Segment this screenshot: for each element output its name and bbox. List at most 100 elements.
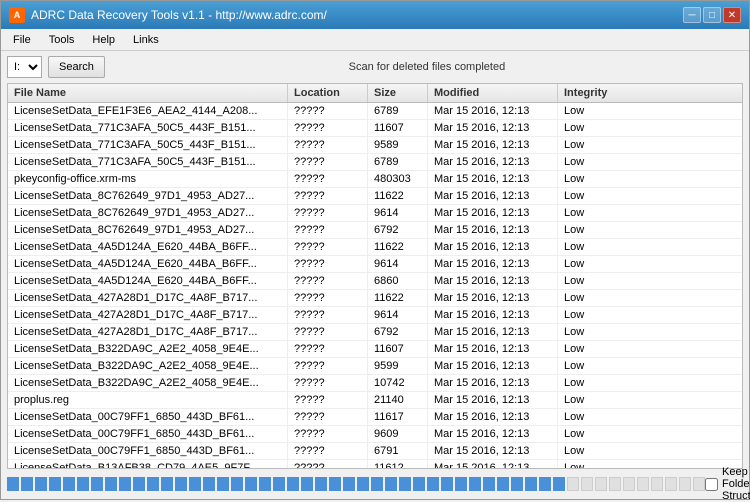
table-row[interactable]: LicenseSetData_B13AFB38_CD79_4AE5_9F7F..… [8,460,742,468]
table-row[interactable]: LicenseSetData_4A5D124A_E620_44BA_B6FF..… [8,239,742,256]
cell-location: ????? [288,239,368,255]
col-header-size[interactable]: Size [368,84,428,102]
progress-block [175,477,187,491]
cell-location: ????? [288,256,368,272]
table-row[interactable]: proplus.reg?????21140Mar 15 2016, 12:13L… [8,392,742,409]
progress-block [623,477,635,491]
cell-integrity: Low [558,188,618,204]
table-row[interactable]: LicenseSetData_771C3AFA_50C5_443F_B151..… [8,137,742,154]
col-header-integrity[interactable]: Integrity [558,84,618,102]
menu-file[interactable]: File [5,32,39,48]
cell-integrity: Low [558,324,618,340]
table-body[interactable]: LicenseSetData_EFE1F3E6_AEA2_4144_A208..… [8,103,742,468]
table-header: File Name Location Size Modified Integri… [8,84,742,103]
cell-integrity: Low [558,409,618,425]
cell-location: ????? [288,341,368,357]
cell-location: ????? [288,103,368,119]
progress-block [693,477,705,491]
cell-name: LicenseSetData_771C3AFA_50C5_443F_B151..… [8,137,288,153]
cell-modified: Mar 15 2016, 12:13 [428,256,558,272]
cell-size: 11617 [368,409,428,425]
cell-modified: Mar 15 2016, 12:13 [428,290,558,306]
table-row[interactable]: LicenseSetData_00C79FF1_6850_443D_BF61..… [8,443,742,460]
progress-block [539,477,551,491]
table-row[interactable]: LicenseSetData_8C762649_97D1_4953_AD27..… [8,222,742,239]
progress-block [651,477,663,491]
progress-block [371,477,383,491]
menu-tools[interactable]: Tools [41,32,83,48]
cell-location: ????? [288,358,368,374]
cell-modified: Mar 15 2016, 12:13 [428,273,558,289]
cell-integrity: Low [558,341,618,357]
maximize-button[interactable]: □ [703,7,721,23]
cell-modified: Mar 15 2016, 12:13 [428,443,558,459]
cell-integrity: Low [558,256,618,272]
progress-block [329,477,341,491]
cell-modified: Mar 15 2016, 12:13 [428,358,558,374]
progress-block [553,477,565,491]
table-row[interactable]: LicenseSetData_427A28D1_D17C_4A8F_B717..… [8,290,742,307]
cell-integrity: Low [558,239,618,255]
progress-block [595,477,607,491]
table-row[interactable]: LicenseSetData_8C762649_97D1_4953_AD27..… [8,205,742,222]
cell-modified: Mar 15 2016, 12:13 [428,239,558,255]
cell-size: 11607 [368,341,428,357]
cell-location: ????? [288,154,368,170]
menu-links[interactable]: Links [125,32,167,48]
progress-block [637,477,649,491]
keep-folder-label[interactable]: Keep Folder Structure [705,466,750,502]
cell-name: LicenseSetData_427A28D1_D17C_4A8F_B717..… [8,290,288,306]
cell-size: 11607 [368,120,428,136]
cell-name: LicenseSetData_8C762649_97D1_4953_AD27..… [8,188,288,204]
search-button[interactable]: Search [48,56,105,78]
cell-location: ????? [288,171,368,187]
menu-help[interactable]: Help [84,32,123,48]
col-header-location[interactable]: Location [288,84,368,102]
cell-modified: Mar 15 2016, 12:13 [428,205,558,221]
minimize-button[interactable]: ─ [683,7,701,23]
close-button[interactable]: ✕ [723,7,741,23]
cell-integrity: Low [558,307,618,323]
table-row[interactable]: LicenseSetData_427A28D1_D17C_4A8F_B717..… [8,307,742,324]
cell-modified: Mar 15 2016, 12:13 [428,154,558,170]
table-row[interactable]: LicenseSetData_771C3AFA_50C5_443F_B151..… [8,154,742,171]
table-row[interactable]: LicenseSetData_00C79FF1_6850_443D_BF61..… [8,426,742,443]
cell-location: ????? [288,324,368,340]
table-row[interactable]: LicenseSetData_B322DA9C_A2E2_4058_9E4E..… [8,341,742,358]
keep-folder-checkbox[interactable] [705,478,718,491]
title-bar: A ADRC Data Recovery Tools v1.1 - http:/… [1,1,749,29]
table-row[interactable]: LicenseSetData_B322DA9C_A2E2_4058_9E4E..… [8,358,742,375]
bottom-bar: Keep Folder Structure Undelete Files [1,469,749,499]
table-row[interactable]: pkeyconfig-office.xrm-ms?????480303Mar 1… [8,171,742,188]
cell-location: ????? [288,392,368,408]
table-row[interactable]: LicenseSetData_4A5D124A_E620_44BA_B6FF..… [8,273,742,290]
progress-block [609,477,621,491]
table-row[interactable]: LicenseSetData_8C762649_97D1_4953_AD27..… [8,188,742,205]
cell-size: 6860 [368,273,428,289]
progress-block [427,477,439,491]
table-row[interactable]: LicenseSetData_4A5D124A_E620_44BA_B6FF..… [8,256,742,273]
table-row[interactable]: LicenseSetData_00C79FF1_6850_443D_BF61..… [8,409,742,426]
cell-size: 11622 [368,239,428,255]
title-controls: ─ □ ✕ [683,7,741,23]
table-row[interactable]: LicenseSetData_EFE1F3E6_AEA2_4144_A208..… [8,103,742,120]
cell-location: ????? [288,426,368,442]
progress-block [511,477,523,491]
cell-modified: Mar 15 2016, 12:13 [428,120,558,136]
table-row[interactable]: LicenseSetData_B322DA9C_A2E2_4058_9E4E..… [8,375,742,392]
cell-size: 11622 [368,188,428,204]
progress-block [679,477,691,491]
progress-block [413,477,425,491]
table-row[interactable]: LicenseSetData_427A28D1_D17C_4A8F_B717..… [8,324,742,341]
drive-select[interactable]: I: C: D: E: [7,56,42,78]
cell-name: LicenseSetData_771C3AFA_50C5_443F_B151..… [8,120,288,136]
progress-block [245,477,257,491]
cell-name: LicenseSetData_EFE1F3E6_AEA2_4144_A208..… [8,103,288,119]
cell-integrity: Low [558,103,618,119]
cell-integrity: Low [558,137,618,153]
col-header-modified[interactable]: Modified [428,84,558,102]
cell-size: 6791 [368,443,428,459]
col-header-name[interactable]: File Name [8,84,288,102]
table-row[interactable]: LicenseSetData_771C3AFA_50C5_443F_B151..… [8,120,742,137]
cell-integrity: Low [558,205,618,221]
